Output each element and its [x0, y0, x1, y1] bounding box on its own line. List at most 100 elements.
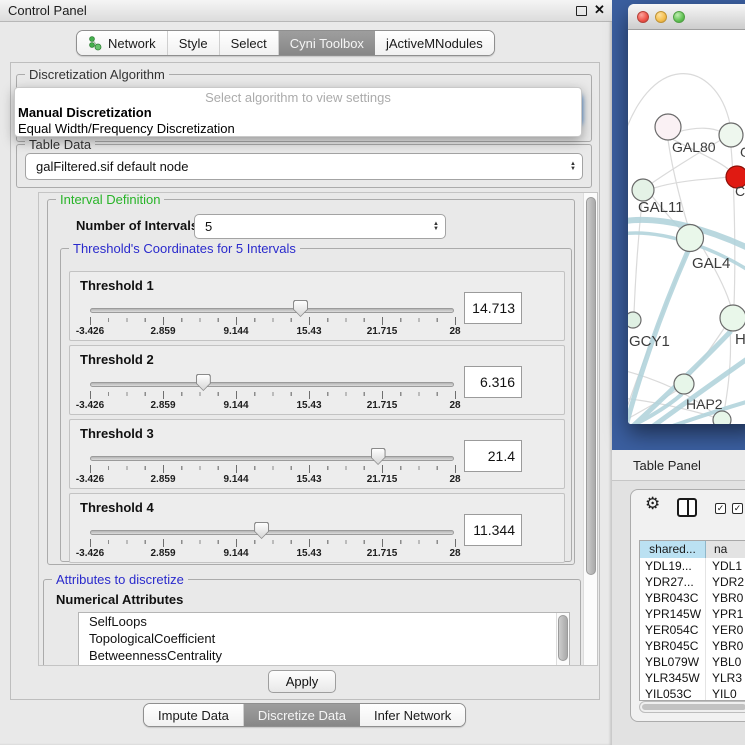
- tab-cyni-label: Cyni Toolbox: [290, 36, 364, 51]
- table-row[interactable]: YBR043CYBR0: [640, 590, 745, 606]
- settings-scrollbar-thumb[interactable]: [586, 197, 596, 575]
- list-scrollbar[interactable]: [556, 613, 569, 666]
- list-item[interactable]: BetweennessCentrality: [79, 647, 569, 664]
- cell[interactable]: YIL0: [706, 686, 745, 701]
- apply-button[interactable]: Apply: [268, 670, 336, 693]
- table-data-value: galFiltered.sif default node: [36, 159, 188, 174]
- node-hap2[interactable]: [674, 374, 694, 394]
- tab-impute-data[interactable]: Impute Data: [144, 704, 244, 726]
- cell[interactable]: YLR3: [706, 670, 745, 686]
- dropdown-option-manual[interactable]: Manual Discretization: [18, 105, 573, 120]
- column-header-name[interactable]: na: [706, 541, 745, 558]
- list-item[interactable]: TopologicalCoefficient: [79, 630, 569, 647]
- table-header-row: shared... na: [640, 541, 745, 558]
- slider-ticks: [90, 465, 455, 474]
- split-columns-icon[interactable]: [677, 498, 697, 517]
- network-window-titlebar[interactable]: [628, 4, 745, 30]
- close-traffic-light-icon[interactable]: [637, 11, 649, 23]
- cell[interactable]: YDR2: [706, 574, 745, 590]
- checkbox-icon[interactable]: ✓: [732, 503, 743, 514]
- node-label: G: [740, 144, 745, 160]
- number-of-intervals-combobox[interactable]: 5 ▲ ▼: [194, 214, 446, 239]
- cell[interactable]: YER054C: [640, 622, 706, 638]
- minimize-traffic-light-icon[interactable]: [655, 11, 667, 23]
- close-icon[interactable]: ✕: [594, 2, 605, 18]
- node-gcy1[interactable]: [628, 312, 641, 328]
- cell[interactable]: YBR043C: [640, 590, 706, 606]
- bottom-tab-bar: Impute Data Discretize Data Infer Networ…: [143, 703, 466, 727]
- attributes-list: SelfLoops TopologicalCoefficient Between…: [78, 612, 570, 666]
- tab-style[interactable]: Style: [168, 31, 220, 55]
- threshold-1-slider-thumb[interactable]: [293, 300, 308, 317]
- tab-jactivemnodules[interactable]: jActiveMNodules: [375, 31, 494, 55]
- node-bottom[interactable]: [713, 411, 731, 424]
- table-row[interactable]: YIL053CYIL0: [640, 686, 745, 701]
- table-row[interactable]: YER054CYER0: [640, 622, 745, 638]
- network-window: GAL80 G C GAL11 GAL4 GCY1 H HAP2: [628, 4, 745, 424]
- cell[interactable]: YBR0: [706, 638, 745, 654]
- cell[interactable]: YDL19...: [640, 558, 706, 574]
- cell[interactable]: YIL053C: [640, 686, 706, 701]
- zoom-traffic-light-icon[interactable]: [673, 11, 685, 23]
- cell[interactable]: YPR145W: [640, 606, 706, 622]
- table-data-combobox[interactable]: galFiltered.sif default node ▲ ▼: [25, 153, 583, 180]
- network-canvas[interactable]: GAL80 G C GAL11 GAL4 GCY1 H HAP2: [628, 30, 745, 424]
- threshold-4-slider-thumb[interactable]: [254, 522, 269, 539]
- tab-discretize-data[interactable]: Discretize Data: [244, 704, 360, 726]
- threshold-3-slider-track[interactable]: [90, 456, 454, 461]
- node-gal11[interactable]: [632, 179, 654, 201]
- gear-icon[interactable]: ⚙: [645, 494, 660, 514]
- node-label: GAL80: [672, 139, 716, 155]
- horizontal-scrollbar[interactable]: [639, 701, 745, 713]
- settings-scrollpane: Interval Definition Number of Intervals …: [38, 192, 598, 666]
- node-label: C: [735, 183, 745, 199]
- threshold-4-value-field[interactable]: 11.344: [464, 514, 522, 546]
- threshold-2-value-field[interactable]: 6.316: [464, 366, 522, 398]
- threshold-2-slider-thumb[interactable]: [196, 374, 211, 391]
- table-row[interactable]: YPR145WYPR1: [640, 606, 745, 622]
- cell[interactable]: YBL0: [706, 654, 745, 670]
- cell[interactable]: YBL079W: [640, 654, 706, 670]
- threshold-1-slider-track[interactable]: [90, 308, 454, 313]
- cell[interactable]: YBR045C: [640, 638, 706, 654]
- float-window-icon[interactable]: [576, 6, 587, 16]
- table-row[interactable]: YBR045CYBR0: [640, 638, 745, 654]
- threshold-3-slider-thumb[interactable]: [371, 448, 386, 465]
- node-gal80[interactable]: [655, 114, 681, 140]
- cell[interactable]: YBR0: [706, 590, 745, 606]
- slider-ticks: [90, 391, 455, 400]
- horizontal-scrollbar-thumb[interactable]: [642, 704, 745, 710]
- table-row[interactable]: YDL19...YDL1: [640, 558, 745, 574]
- settings-scrollbar[interactable]: [583, 193, 597, 665]
- cell[interactable]: YER0: [706, 622, 745, 638]
- attributes-groupbox: Attributes to discretize Numerical Attri…: [43, 579, 581, 666]
- tab-cyni-toolbox[interactable]: Cyni Toolbox: [279, 31, 375, 55]
- cell[interactable]: YDR27...: [640, 574, 706, 590]
- threshold-4-slider-track[interactable]: [90, 530, 454, 535]
- cell[interactable]: YLR345W: [640, 670, 706, 686]
- node-h[interactable]: [720, 305, 745, 331]
- column-header-shared-name[interactable]: shared...: [640, 541, 706, 558]
- table-row[interactable]: YBL079WYBL0: [640, 654, 745, 670]
- tab-infer-network[interactable]: Infer Network: [360, 704, 465, 726]
- list-scrollbar-thumb[interactable]: [558, 615, 568, 661]
- cell[interactable]: YDL1: [706, 558, 745, 574]
- checkbox-icon[interactable]: ✓: [715, 503, 726, 514]
- table-row[interactable]: YLR345WYLR3: [640, 670, 745, 686]
- cell[interactable]: YPR1: [706, 606, 745, 622]
- table-row[interactable]: YDR27...YDR2: [640, 574, 745, 590]
- network-icon: [88, 35, 103, 51]
- node-label: GAL4: [692, 255, 730, 272]
- table-data-title: Table Data: [25, 137, 95, 152]
- threshold-3-value-field[interactable]: 21.4: [464, 440, 522, 472]
- threshold-1-value-field[interactable]: 14.713: [464, 292, 522, 324]
- tab-network[interactable]: Network: [77, 31, 168, 55]
- number-of-intervals-value: 5: [205, 219, 212, 234]
- threshold-2-slider-track[interactable]: [90, 382, 454, 387]
- tab-select[interactable]: Select: [220, 31, 279, 55]
- dropdown-option-equal-width[interactable]: Equal Width/Frequency Discretization: [18, 121, 573, 136]
- node-gal4[interactable]: [677, 225, 704, 252]
- node-attribute-table: shared... na YDL19...YDL1 YDR27...YDR2 Y…: [639, 540, 745, 701]
- table-panel-title: Table Panel: [633, 458, 701, 473]
- list-item[interactable]: SelfLoops: [79, 613, 569, 630]
